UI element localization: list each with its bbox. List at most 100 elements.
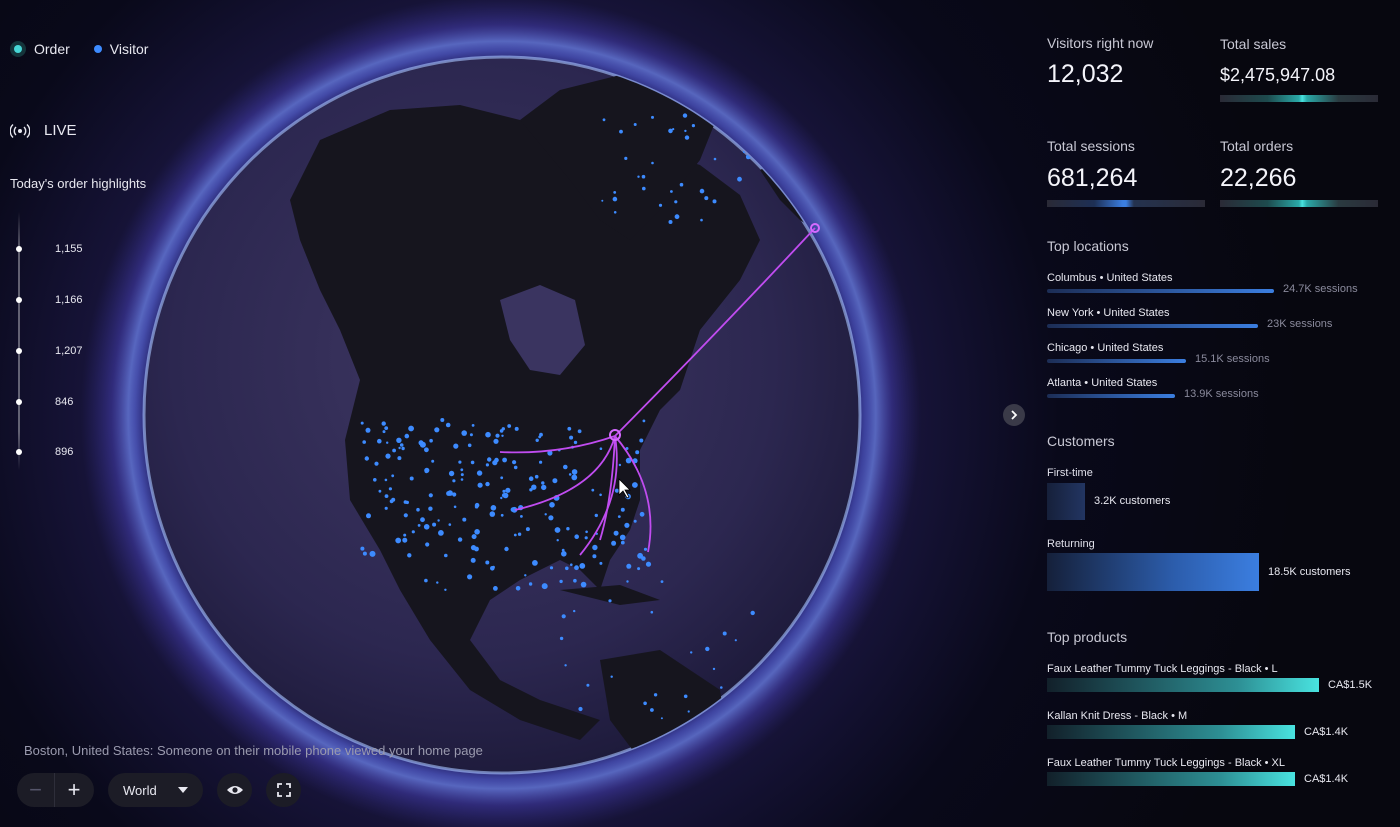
visitor-dot bbox=[403, 513, 408, 518]
visitor-dot bbox=[429, 438, 433, 443]
product-row[interactable]: Faux Leather Tummy Tuck Leggings - Black… bbox=[1047, 757, 1387, 786]
visitor-dot bbox=[573, 578, 577, 583]
location-row[interactable]: Chicago • United States 15.1K sessions bbox=[1047, 342, 1387, 365]
visitor-dot bbox=[513, 533, 517, 537]
live-indicator: LIVE bbox=[10, 122, 77, 139]
visitor-dot-icon bbox=[93, 45, 102, 53]
visitor-dot bbox=[556, 539, 559, 542]
visitor-dot bbox=[612, 196, 618, 202]
globe-map[interactable] bbox=[0, 0, 1000, 827]
fullscreen-button[interactable] bbox=[266, 773, 301, 807]
visitor-dot bbox=[684, 135, 690, 140]
visitor-dot bbox=[360, 546, 365, 551]
visitor-dot bbox=[564, 664, 567, 667]
location-value: 15.1K sessions bbox=[1195, 353, 1270, 365]
visitor-dot bbox=[568, 473, 572, 476]
highlight-value: 1,166 bbox=[55, 294, 83, 306]
live-label: LIVE bbox=[44, 122, 77, 139]
panel-toggle-button[interactable] bbox=[1003, 404, 1025, 426]
visitor-dot bbox=[566, 527, 570, 531]
visitor-dot bbox=[378, 489, 382, 493]
sales-label: Total sales bbox=[1220, 36, 1287, 52]
visitor-dot bbox=[699, 188, 705, 194]
visitor-dot bbox=[502, 457, 507, 463]
legend-order[interactable]: Order bbox=[10, 41, 70, 57]
visitor-dot bbox=[650, 610, 654, 614]
visitor-dot bbox=[395, 537, 402, 544]
visitor-dot bbox=[408, 425, 414, 432]
visitor-dot bbox=[561, 614, 566, 619]
visitor-dot bbox=[458, 460, 462, 464]
location-row[interactable]: Atlanta • United States 13.9K sessions bbox=[1047, 377, 1387, 400]
visitor-dot bbox=[437, 519, 440, 522]
visitor-dot bbox=[374, 461, 379, 466]
visitor-dot bbox=[552, 478, 558, 484]
visitor-dot bbox=[428, 493, 433, 498]
visitor-dot bbox=[369, 550, 376, 557]
visitor-dot bbox=[447, 490, 453, 496]
visitor-dot bbox=[750, 610, 755, 616]
location-row[interactable]: Columbus • United States 24.7K sessions bbox=[1047, 272, 1387, 295]
visitor-dot bbox=[424, 578, 428, 583]
visitor-dot bbox=[409, 476, 414, 481]
visitor-dot bbox=[507, 424, 512, 428]
highlight-value: 1,207 bbox=[55, 345, 83, 357]
visitor-dot bbox=[528, 476, 534, 482]
visitor-dot bbox=[452, 479, 456, 483]
visitor-dot bbox=[391, 497, 396, 502]
visitor-dot bbox=[403, 533, 407, 537]
visitor-dot bbox=[444, 553, 448, 558]
fullscreen-icon bbox=[276, 783, 291, 797]
zoom-in-button[interactable]: + bbox=[55, 773, 93, 807]
visitor-dot bbox=[490, 505, 497, 511]
visitor-dot bbox=[431, 459, 435, 463]
visitor-dot bbox=[417, 524, 421, 527]
visitor-dot bbox=[438, 530, 444, 536]
visitor-dot bbox=[642, 186, 646, 191]
visitor-dot bbox=[573, 609, 576, 613]
visitor-dot bbox=[684, 129, 687, 133]
legend-visitor-label: Visitor bbox=[109, 41, 149, 57]
visitor-dot bbox=[619, 129, 623, 134]
timeline-dot bbox=[16, 246, 22, 252]
visitor-dot bbox=[626, 563, 632, 569]
visitor-dot bbox=[563, 464, 568, 470]
visitor-dot bbox=[407, 553, 412, 558]
product-row[interactable]: Kallan Knit Dress - Black • M CA$1.4K bbox=[1047, 710, 1387, 739]
visitor-dot bbox=[602, 118, 606, 122]
visitor-dot bbox=[668, 220, 673, 224]
zoom-out-button[interactable]: − bbox=[17, 773, 55, 807]
location-value: 23K sessions bbox=[1267, 318, 1333, 330]
visitor-dot bbox=[643, 547, 648, 551]
visitor-dot bbox=[467, 443, 472, 448]
visitor-dot bbox=[619, 534, 626, 541]
region-select[interactable]: World bbox=[108, 773, 203, 807]
sparkline-fill bbox=[1047, 200, 1205, 207]
product-value: CA$1.5K bbox=[1328, 679, 1373, 691]
activity-event-text: Boston, United States: Someone on their … bbox=[24, 743, 483, 758]
location-row[interactable]: New York • United States 23K sessions bbox=[1047, 307, 1387, 330]
visitor-dot bbox=[424, 447, 429, 453]
visibility-button[interactable] bbox=[217, 773, 252, 807]
visitor-dot bbox=[531, 484, 537, 490]
visitor-dot bbox=[502, 489, 506, 493]
legend-visitor[interactable]: Visitor bbox=[92, 41, 149, 57]
orders-label: Total orders bbox=[1220, 138, 1294, 154]
location-value: 24.7K sessions bbox=[1283, 283, 1358, 295]
visitor-dot bbox=[474, 529, 480, 535]
product-row[interactable]: Faux Leather Tummy Tuck Leggings - Black… bbox=[1047, 663, 1387, 692]
highlight-item: 1,207 bbox=[16, 345, 83, 357]
visitor-dot bbox=[585, 530, 588, 534]
visitor-dot bbox=[391, 474, 395, 478]
visitor-dot bbox=[613, 191, 617, 194]
visitor-dot bbox=[541, 583, 548, 590]
visitor-dot bbox=[549, 566, 554, 570]
zoom-control: − + bbox=[17, 773, 94, 807]
visitor-dot bbox=[402, 537, 408, 543]
visitor-dot bbox=[528, 582, 533, 586]
visitor-dot bbox=[620, 540, 625, 545]
visitor-dot bbox=[404, 433, 410, 439]
sales-sparkline bbox=[1220, 95, 1378, 102]
visitor-dot bbox=[633, 123, 637, 126]
visitor-dot bbox=[642, 419, 646, 423]
